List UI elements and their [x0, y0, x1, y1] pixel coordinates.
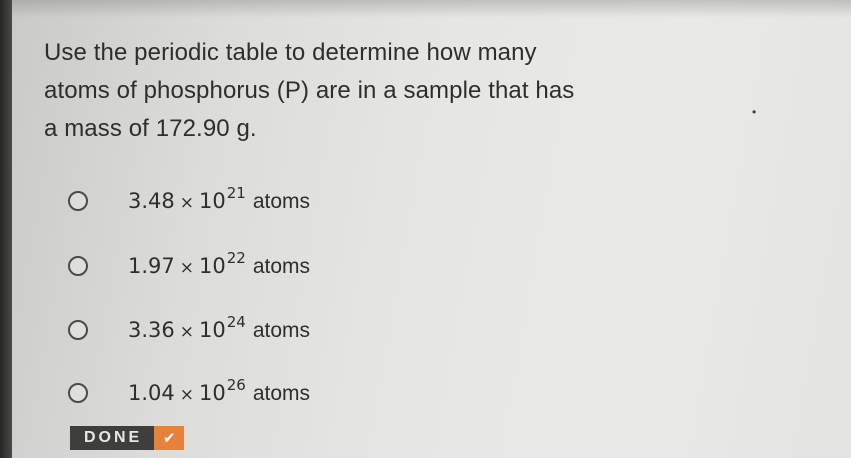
- answer-option-1[interactable]: 3.48 × 10 21 atoms: [68, 184, 310, 218]
- answer-option-3[interactable]: 3.36 × 10 24 atoms: [68, 313, 310, 347]
- answer-option-1-label: 3.48 × 10 21 atoms: [128, 183, 311, 213]
- answer-option-3-label: 3.36 × 10 24 atoms: [128, 312, 311, 342]
- top-shadow: [12, 0, 851, 18]
- answer-option-4[interactable]: 1.04 × 10 26 atoms: [68, 376, 310, 410]
- done-button[interactable]: DONE ✔: [70, 426, 185, 450]
- answer-option-2[interactable]: 1.97 × 10 22 atoms: [68, 249, 310, 283]
- question-line-3: a mass of 172.90 g.: [44, 115, 257, 142]
- question-line-1: Use the periodic table to determine how …: [44, 39, 537, 66]
- radio-button-4[interactable]: [68, 383, 88, 403]
- done-button-label: DONE: [70, 426, 155, 450]
- question-text: Use the periodic table to determine how …: [44, 34, 764, 148]
- radio-button-2[interactable]: [68, 256, 88, 276]
- radio-button-1[interactable]: [68, 191, 88, 211]
- question-line-2: atoms of phosphorus (P) are in a sample …: [44, 77, 575, 104]
- checkmark-icon: ✔: [154, 426, 185, 450]
- left-edge-bar: [0, 0, 12, 458]
- radio-button-3[interactable]: [68, 320, 88, 340]
- answer-option-2-label: 1.97 × 10 22 atoms: [128, 248, 311, 278]
- answer-option-4-label: 1.04 × 10 26 atoms: [128, 375, 311, 405]
- stray-dot-mark: •: [752, 105, 757, 119]
